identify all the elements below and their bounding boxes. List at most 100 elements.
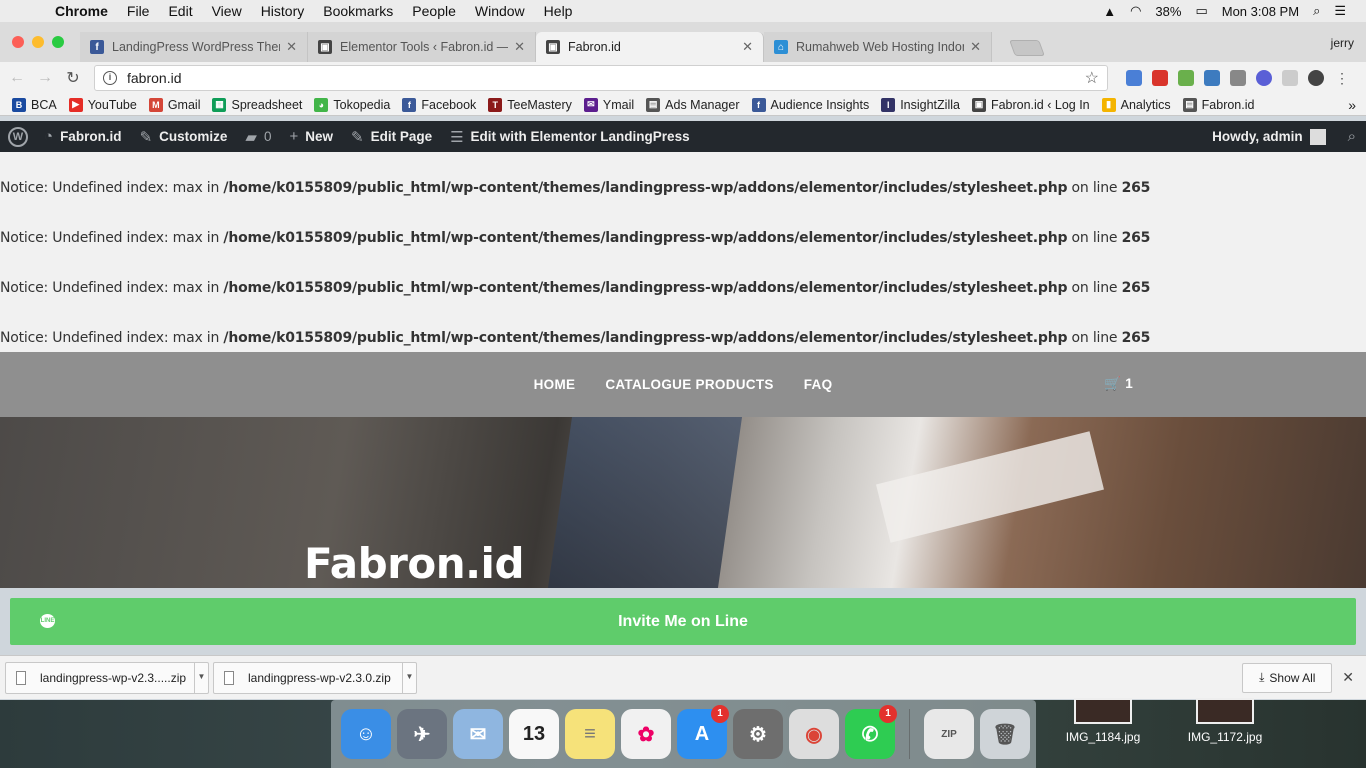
zoom-window-button[interactable]	[52, 36, 64, 48]
bookmark-facebook[interactable]: f Facebook	[402, 97, 476, 112]
admin-new[interactable]: + New	[289, 128, 333, 145]
menu-edit[interactable]: Edit	[168, 3, 192, 19]
finder-icon[interactable]: ☺	[341, 709, 391, 759]
tab[interactable]: ⌂ Rumahweb Web Hosting Indon ✕	[764, 32, 992, 62]
download-shelf: landingpress-wp-v2.3.....zip ▼ landingpr…	[0, 655, 1366, 699]
forward-icon[interactable]: →	[34, 69, 56, 87]
notes-icon[interactable]: ≡	[565, 709, 615, 759]
tab[interactable]: f LandingPress WordPress Ther ✕	[80, 32, 308, 62]
admin-new-label: New	[305, 129, 333, 144]
menu-help[interactable]: Help	[544, 3, 573, 19]
bookmark-teemastery[interactable]: T TeeMastery	[488, 97, 572, 112]
bookmark-audience-insights[interactable]: f Audience Insights	[751, 97, 870, 112]
bookmark-star-icon[interactable]: ☆	[1085, 68, 1099, 88]
reload-icon[interactable]: ↻	[62, 68, 84, 88]
close-window-button[interactable]	[12, 36, 24, 48]
bookmark-gmail[interactable]: M Gmail	[148, 97, 200, 112]
bookmark-analytics[interactable]: ▮ Analytics	[1101, 97, 1171, 112]
back-icon[interactable]: ←	[6, 69, 28, 87]
chrome-menu-icon[interactable]: ⋮	[1334, 70, 1350, 86]
show-all-downloads-button[interactable]: ⤓ Show All	[1242, 662, 1333, 693]
trash-icon[interactable]: 🗑	[980, 709, 1030, 759]
admin-account[interactable]: Howdy, admin	[1212, 128, 1326, 145]
drive-icon[interactable]: ▲	[1103, 4, 1116, 19]
photos-icon[interactable]: ✿	[621, 709, 671, 759]
mail-icon[interactable]: ✉	[453, 709, 503, 759]
admin-customize[interactable]: ✎ Customize	[140, 128, 228, 146]
clock[interactable]: Mon 3:08 PM	[1222, 4, 1299, 19]
bookmark-ymail[interactable]: ✉ Ymail	[583, 97, 634, 112]
new-tab-button[interactable]	[1009, 40, 1045, 56]
nav-home[interactable]: HOME	[534, 377, 576, 392]
menu-file[interactable]: File	[127, 3, 150, 19]
bookmark-label: BCA	[31, 97, 57, 112]
extension-icon[interactable]	[1256, 70, 1272, 86]
tab[interactable]: ▣ Elementor Tools ‹ Fabron.id — ✕	[308, 32, 536, 62]
extension-icon[interactable]	[1230, 70, 1246, 86]
chevron-down-icon[interactable]: ▼	[194, 661, 208, 694]
extension-icon[interactable]	[1204, 70, 1220, 86]
archive-utility-icon[interactable]: ZIP	[924, 709, 974, 759]
url-text[interactable]: fabron.id	[127, 70, 181, 86]
desktop-file[interactable]: IMG_1172.jpg	[1170, 698, 1280, 744]
system-preferences-icon[interactable]: ⚙	[733, 709, 783, 759]
menu-bookmarks[interactable]: Bookmarks	[323, 3, 393, 19]
close-download-shelf-icon[interactable]: ✕	[1342, 669, 1354, 686]
admin-edit-elementor[interactable]: ☰ Edit with Elementor LandingPress	[450, 128, 690, 146]
tab-close-icon[interactable]: ✕	[286, 39, 297, 55]
profile-name[interactable]: jerry	[1331, 36, 1354, 50]
bookmark-tokopedia[interactable]: ◕ Tokopedia	[314, 97, 390, 112]
bookmark-ads-manager[interactable]: ▤ Ads Manager	[646, 97, 740, 112]
invite-line-button[interactable]: LINE Invite Me on Line	[10, 598, 1356, 645]
admin-site-name[interactable]: ◔ Fabron.id	[44, 128, 122, 145]
tab-close-icon[interactable]: ✕	[970, 39, 981, 55]
battery-icon[interactable]: ▭	[1195, 3, 1207, 19]
extension-icon[interactable]	[1178, 70, 1194, 86]
launchpad-icon[interactable]: ✈	[397, 709, 447, 759]
bookmark-fabron[interactable]: ▤ Fabron.id	[1182, 97, 1254, 112]
spotlight-icon[interactable]: ⌕	[1313, 3, 1320, 19]
nav-faq[interactable]: FAQ	[804, 377, 833, 392]
extension-icon[interactable]	[1152, 70, 1168, 86]
bookmark-spreadsheet[interactable]: ▦ Spreadsheet	[212, 97, 302, 112]
bookmarks-overflow-icon[interactable]: »	[1348, 97, 1356, 113]
bookmark-label: TeeMastery	[507, 97, 572, 112]
admin-comments[interactable]: ▰ 0	[245, 128, 271, 146]
tab-active[interactable]: ▣ Fabron.id ✕	[536, 32, 764, 62]
bookmark-label: Audience Insights	[770, 97, 870, 112]
chrome-icon[interactable]: ◉	[789, 709, 839, 759]
download-item[interactable]: landingpress-wp-v2.3.....zip ▼	[5, 661, 209, 694]
menu-window[interactable]: Window	[475, 3, 525, 19]
bookmark-label: InsightZilla	[900, 97, 960, 112]
chevron-down-icon[interactable]: ▼	[402, 661, 416, 694]
menu-history[interactable]: History	[261, 3, 305, 19]
site-info-icon[interactable]: i	[103, 71, 117, 85]
cart-link[interactable]: 🛒 1	[1104, 376, 1133, 392]
extension-icon[interactable]	[1282, 70, 1298, 86]
desktop-file[interactable]: IMG_1184.jpg	[1048, 698, 1158, 744]
speedometer-extension-icon[interactable]	[1308, 70, 1324, 86]
tab-close-icon[interactable]: ✕	[742, 39, 753, 55]
translate-extension-icon[interactable]	[1126, 70, 1142, 86]
appstore-icon[interactable]: A1	[677, 705, 729, 759]
notification-center-icon[interactable]: ☰	[1334, 3, 1346, 19]
address-bar[interactable]: i fabron.id ☆	[94, 65, 1108, 91]
tab-close-icon[interactable]: ✕	[514, 39, 525, 55]
whatsapp-icon[interactable]: ✆ 1	[845, 705, 897, 759]
bookmark-youtube[interactable]: ▶ YouTube	[68, 97, 137, 112]
battery-percent[interactable]: 38%	[1155, 4, 1181, 19]
calendar-icon[interactable]: 13	[509, 709, 559, 759]
menu-view[interactable]: View	[212, 3, 242, 19]
menu-people[interactable]: People	[412, 3, 456, 19]
minimize-window-button[interactable]	[32, 36, 44, 48]
menu-app-chrome[interactable]: Chrome	[55, 3, 108, 19]
wifi-icon[interactable]: ◠	[1130, 3, 1141, 19]
nav-catalogue-products[interactable]: CATALOGUE PRODUCTS	[605, 377, 773, 392]
admin-edit-page[interactable]: ✎ Edit Page	[351, 128, 432, 146]
wordpress-logo-icon[interactable]: W	[8, 126, 28, 147]
download-item[interactable]: landingpress-wp-v2.3.0.zip ▼	[213, 661, 417, 694]
bookmark-fabron-login[interactable]: ▣ Fabron.id ‹ Log In	[971, 97, 1090, 112]
admin-search-icon[interactable]: ⌕	[1348, 128, 1356, 145]
bookmark-bca[interactable]: B BCA	[12, 97, 57, 112]
bookmark-insightzilla[interactable]: I InsightZilla	[881, 97, 960, 112]
